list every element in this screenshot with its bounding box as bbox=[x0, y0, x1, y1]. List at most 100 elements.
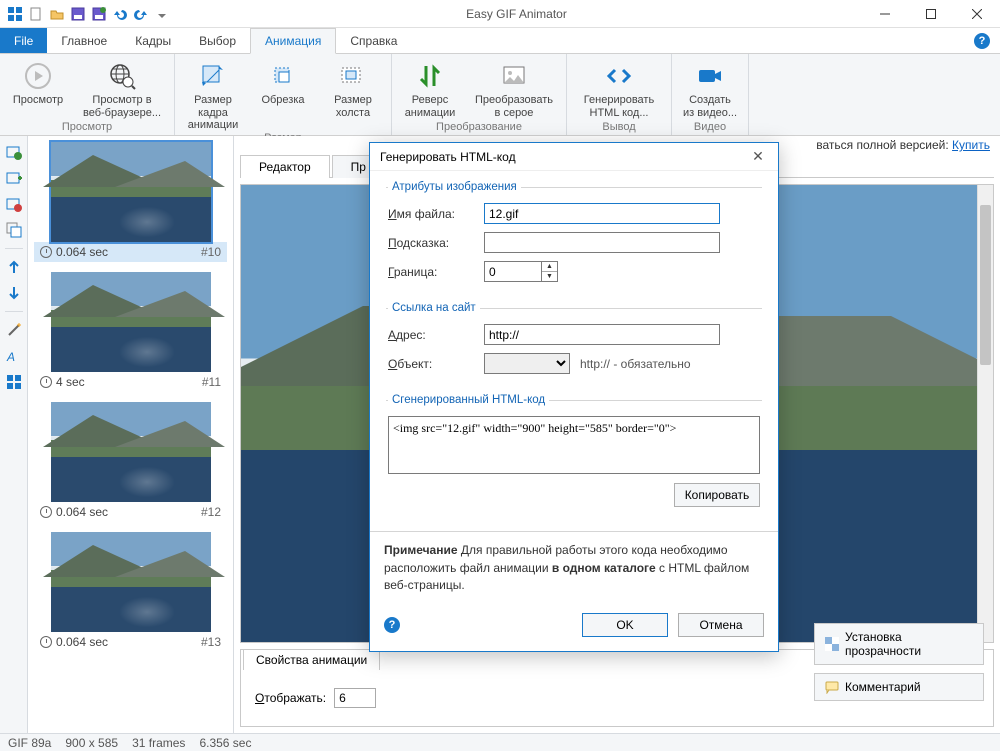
ribbon: Просмотр Просмотр в веб-браузере... Прос… bbox=[0, 54, 1000, 136]
properties-tab[interactable]: Свойства анимации bbox=[243, 649, 380, 670]
scrollbar-vertical[interactable] bbox=[977, 185, 993, 642]
frame-meta: 0.064 sec#12 bbox=[34, 502, 227, 522]
dialog-title: Генерировать HTML-код bbox=[380, 150, 748, 164]
spin-down-icon[interactable]: ▼ bbox=[542, 272, 557, 281]
ribbon-group-output: Генерировать HTML код... Вывод bbox=[567, 54, 672, 135]
side-toolbar: A bbox=[0, 136, 28, 733]
window-controls bbox=[862, 0, 1000, 28]
border-spinner[interactable]: ▲▼ bbox=[484, 261, 558, 282]
generate-html-dialog: Генерировать HTML-код ✕ Атрибуты изображ… bbox=[369, 142, 779, 652]
tool-wand-icon[interactable] bbox=[4, 320, 24, 340]
crop-button[interactable]: Обрезка bbox=[251, 56, 315, 132]
tab-main[interactable]: Главное bbox=[47, 28, 121, 53]
spin-up-icon[interactable]: ▲ bbox=[542, 262, 557, 272]
video-icon bbox=[694, 60, 726, 92]
frame-item[interactable]: 4 sec#11 bbox=[34, 272, 227, 392]
tool-insert-icon[interactable] bbox=[4, 168, 24, 188]
tool-add-frame-icon[interactable] bbox=[4, 142, 24, 162]
address-input[interactable] bbox=[484, 324, 720, 345]
frame-item[interactable]: 0.064 sec#12 bbox=[34, 402, 227, 522]
dialog-actions: ? OK Отмена bbox=[370, 605, 778, 651]
separator bbox=[5, 311, 23, 312]
titlebar: Easy GIF Animator bbox=[0, 0, 1000, 28]
transparency-button[interactable]: Установка прозрачности bbox=[814, 623, 984, 665]
cancel-button[interactable]: Отмена bbox=[678, 613, 764, 637]
generate-html-button[interactable]: Генерировать HTML код... bbox=[573, 56, 665, 121]
preview-browser-button[interactable]: Просмотр в веб-браузере... bbox=[76, 56, 168, 121]
ribbon-tabs: File Главное Кадры Выбор Анимация Справк… bbox=[0, 28, 1000, 54]
frame-thumbnail bbox=[51, 142, 211, 242]
tab-animation[interactable]: Анимация bbox=[250, 28, 336, 54]
border-input[interactable] bbox=[484, 261, 542, 282]
close-button[interactable] bbox=[954, 0, 1000, 28]
tool-delete-icon[interactable] bbox=[4, 194, 24, 214]
comment-icon bbox=[825, 680, 839, 694]
tab-editor[interactable]: Редактор bbox=[240, 155, 330, 178]
dialog-help-button[interactable]: ? bbox=[384, 617, 400, 633]
canvas-size-button[interactable]: Размер холста bbox=[321, 56, 385, 132]
dialog-close-button[interactable]: ✕ bbox=[748, 148, 768, 165]
filename-input[interactable] bbox=[484, 203, 720, 224]
tool-duplicate-icon[interactable] bbox=[4, 220, 24, 240]
save-icon[interactable] bbox=[69, 5, 87, 23]
frame-item[interactable]: 0.064 sec#10 bbox=[34, 142, 227, 262]
grayscale-button[interactable]: Преобразовать в серое bbox=[468, 56, 560, 121]
saveas-icon[interactable] bbox=[90, 5, 108, 23]
status-bar: GIF 89a 900 x 585 31 frames 6.356 sec bbox=[0, 733, 1000, 751]
open-icon[interactable] bbox=[48, 5, 66, 23]
help-button[interactable]: ? bbox=[974, 28, 990, 53]
dialog-titlebar[interactable]: Генерировать HTML-код ✕ bbox=[370, 143, 778, 171]
separator bbox=[5, 248, 23, 249]
tool-move-down-icon[interactable] bbox=[4, 283, 24, 303]
new-icon[interactable] bbox=[27, 5, 45, 23]
clock-icon bbox=[40, 636, 52, 648]
frame-meta: 4 sec#11 bbox=[34, 372, 227, 392]
object-select[interactable] bbox=[484, 353, 570, 374]
qat-dropdown-icon[interactable] bbox=[153, 5, 171, 23]
undo-icon[interactable] bbox=[111, 5, 129, 23]
code-icon bbox=[603, 60, 635, 92]
tool-move-up-icon[interactable] bbox=[4, 257, 24, 277]
copy-button[interactable]: Копировать bbox=[674, 483, 760, 507]
redo-icon[interactable] bbox=[132, 5, 150, 23]
ok-button[interactable]: OK bbox=[582, 613, 668, 637]
globe-icon bbox=[106, 60, 138, 92]
image-attributes-group: Атрибуты изображения Имя файла: Подсказк… bbox=[386, 181, 762, 296]
reverse-button[interactable]: Реверс анимации bbox=[398, 56, 462, 121]
tool-text-icon[interactable]: A bbox=[4, 346, 24, 366]
tab-selection[interactable]: Выбор bbox=[185, 28, 250, 53]
dialog-body: Атрибуты изображения Имя файла: Подсказк… bbox=[370, 171, 778, 531]
generated-code-textarea[interactable]: <img src="12.gif" width="900" height="58… bbox=[388, 416, 760, 474]
tool-grid-icon[interactable] bbox=[4, 372, 24, 392]
ribbon-group-video: Создать из видео... Видео bbox=[672, 54, 749, 135]
frame-item[interactable]: 0.064 sec#13 bbox=[34, 532, 227, 652]
display-input[interactable] bbox=[334, 688, 376, 708]
address-label: Адрес: bbox=[388, 328, 484, 342]
preview-button[interactable]: Просмотр bbox=[6, 56, 70, 121]
frame-size-button[interactable]: Размер кадра анимации bbox=[181, 56, 245, 132]
object-hint: http:// - обязательно bbox=[580, 357, 691, 371]
canvas-icon bbox=[337, 60, 369, 92]
status-frames: 31 frames bbox=[132, 736, 185, 750]
from-video-button[interactable]: Создать из видео... bbox=[678, 56, 742, 121]
minimize-button[interactable] bbox=[862, 0, 908, 28]
image-icon bbox=[498, 60, 530, 92]
checker-icon bbox=[825, 637, 839, 651]
tab-frames[interactable]: Кадры bbox=[121, 28, 185, 53]
hint-input[interactable] bbox=[484, 232, 720, 253]
grid-icon[interactable] bbox=[6, 5, 24, 23]
object-label: Объект: bbox=[388, 357, 484, 371]
frame-thumbnail bbox=[51, 272, 211, 372]
maximize-button[interactable] bbox=[908, 0, 954, 28]
comment-button[interactable]: Комментарий bbox=[814, 673, 984, 701]
filename-label: Имя файла: bbox=[388, 207, 484, 221]
resize-icon bbox=[197, 60, 229, 92]
file-menu[interactable]: File bbox=[0, 28, 47, 53]
reverse-icon bbox=[414, 60, 446, 92]
tab-help[interactable]: Справка bbox=[336, 28, 411, 53]
spinner-arrows[interactable]: ▲▼ bbox=[542, 261, 558, 282]
frames-list[interactable]: 0.064 sec#10 4 sec#11 0.064 sec#12 0.064… bbox=[28, 136, 233, 658]
border-label: Граница: bbox=[388, 265, 484, 279]
buy-link[interactable]: Купить bbox=[952, 138, 990, 152]
clock-icon bbox=[40, 376, 52, 388]
